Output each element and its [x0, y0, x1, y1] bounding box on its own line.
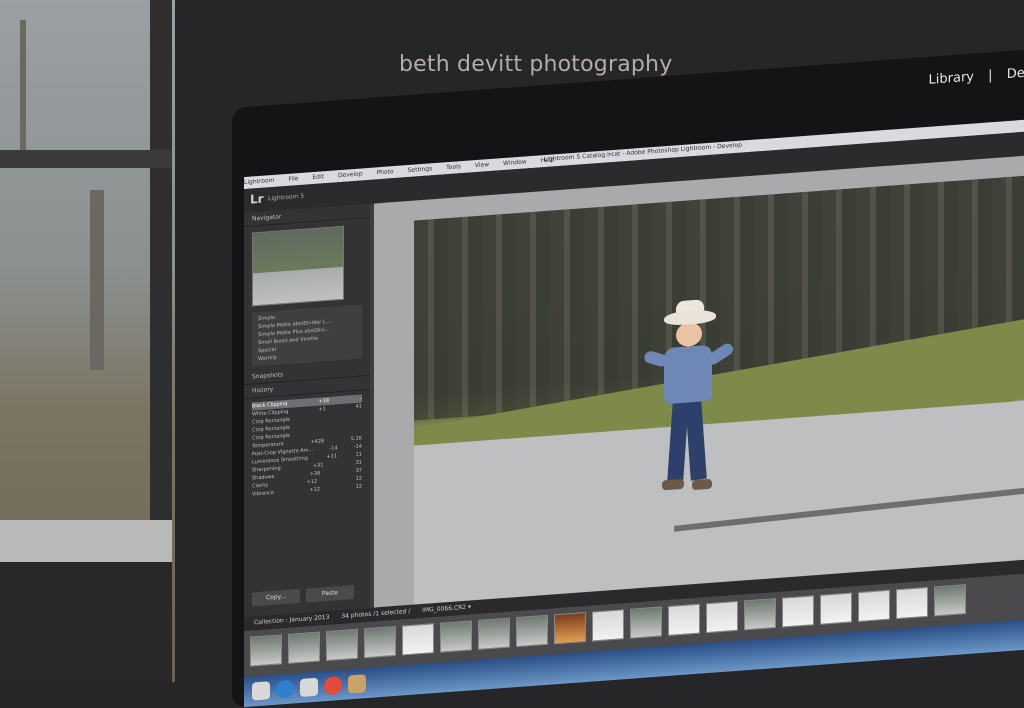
history-list: Black Clipping +18- White Clipping +1 41 Crop…: [252, 394, 362, 498]
filmstrip-thumbnail[interactable]: [592, 609, 624, 642]
window-sill: [0, 520, 172, 562]
menu-lightroom[interactable]: Lightroom: [244, 177, 275, 186]
filmstrip-thumbnail[interactable]: [440, 620, 472, 653]
menu-file[interactable]: File: [288, 175, 298, 183]
hat-brim: [664, 308, 716, 327]
navigator-preview[interactable]: [252, 225, 344, 307]
menu-develop[interactable]: Develop: [338, 170, 363, 179]
filmstrip-thumbnail[interactable]: [744, 598, 776, 631]
photo-count: 34 photos /1 selected /: [341, 607, 411, 620]
filmstrip-thumbnail[interactable]: [516, 614, 548, 648]
filmstrip-thumbnail[interactable]: [250, 634, 282, 667]
photographer-watermark: beth devitt photography: [399, 52, 673, 77]
history-step-value: 41: [355, 403, 362, 410]
filmstrip-thumbnail[interactable]: [326, 628, 358, 662]
left-panel: Navigator Simple Simple Matte abstDivide…: [244, 203, 370, 618]
app-icon[interactable]: [300, 677, 318, 698]
image-canvas[interactable]: [374, 154, 1024, 608]
menu-settings[interactable]: Settings: [408, 165, 433, 174]
window-frame: [0, 150, 172, 168]
filmstrip-thumbnail[interactable]: [630, 606, 662, 639]
monitor: Library | Devel Lightroom File Edit Deve…: [232, 47, 1024, 708]
menu-window[interactable]: Window: [503, 158, 527, 167]
finder-icon[interactable]: [252, 681, 270, 701]
copy-paste-buttons: Copy... Paste: [252, 585, 354, 607]
filmstrip-thumbnail[interactable]: [288, 631, 320, 664]
filmstrip-thumbnail[interactable]: [478, 617, 510, 650]
history-step-value: +11: [326, 453, 338, 461]
history-step-value: +1: [318, 406, 326, 413]
history-step-label: Vibrance: [252, 489, 274, 498]
paste-button[interactable]: Paste: [306, 585, 354, 603]
face: [676, 321, 702, 348]
lightroom-logo: Lr: [250, 191, 264, 207]
tree-trunk: [90, 190, 104, 370]
child-figure: [642, 299, 736, 529]
menu-tools[interactable]: Tools: [446, 163, 461, 171]
module-library[interactable]: Library: [929, 70, 974, 88]
presets-list: Simple Simple Matte abstDivider L... Sim…: [252, 304, 362, 367]
safari-icon[interactable]: [276, 679, 294, 699]
history-step-value: +12: [309, 486, 321, 494]
module-divider: |: [988, 68, 993, 84]
menu-photo[interactable]: Photo: [377, 168, 394, 176]
app-name: Lightroom 5: [268, 192, 305, 203]
filmstrip-thumbnail[interactable]: [402, 623, 434, 656]
module-develop[interactable]: Devel: [1007, 64, 1024, 82]
history-step-value: 12: [355, 483, 362, 490]
selected-filename[interactable]: IMG_0066.CR2 ▾: [422, 603, 471, 614]
filmstrip-thumbnail[interactable]: [706, 600, 738, 634]
leg: [685, 399, 707, 481]
app-icon[interactable]: [348, 674, 366, 694]
copy-button[interactable]: Copy...: [252, 589, 300, 607]
filmstrip-thumbnail[interactable]: [934, 584, 966, 617]
filmstrip-thumbnail[interactable]: [364, 625, 396, 659]
filmstrip-thumbnail[interactable]: [554, 612, 586, 645]
menu-edit[interactable]: Edit: [312, 173, 324, 181]
menu-view[interactable]: View: [475, 161, 489, 169]
module-picker: Library | Devel: [919, 64, 1024, 88]
history-step-value: +428: [310, 438, 325, 446]
filmstrip-thumbnail[interactable]: [820, 592, 852, 625]
boy-in-cowboy-hat-photo: [414, 175, 1024, 607]
window-wall: [0, 562, 172, 682]
tree-branch: [20, 20, 26, 150]
app-icon[interactable]: [324, 675, 342, 696]
filmstrip-thumbnail[interactable]: [668, 603, 700, 636]
shoe: [662, 478, 684, 491]
filmstrip-thumbnail[interactable]: [858, 589, 890, 623]
history-step-value: -: [360, 395, 362, 402]
lightroom-screen: Library | Devel Lightroom File Edit Deve…: [244, 64, 1024, 708]
shirt: [664, 344, 712, 405]
shoe: [692, 478, 712, 491]
filmstrip-thumbnail[interactable]: [896, 586, 928, 620]
filmstrip-thumbnail[interactable]: [782, 595, 814, 628]
collection-label[interactable]: Collection : January 2013: [254, 614, 329, 627]
